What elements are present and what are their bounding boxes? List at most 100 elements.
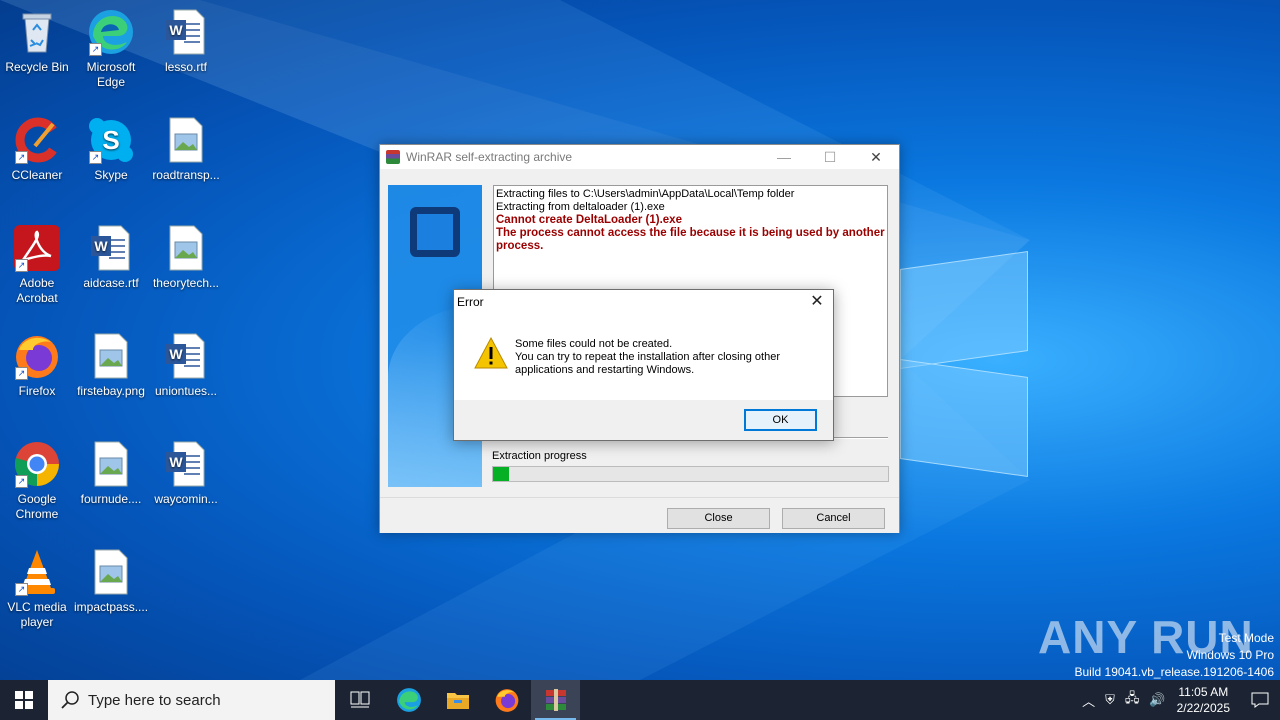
image-file-icon — [162, 116, 210, 164]
recycle-bin-icon — [13, 8, 61, 56]
desktop-icon-waycomin[interactable]: W waycomin... — [149, 434, 223, 507]
desktop-icon-lesso[interactable]: W lesso.rtf — [149, 2, 223, 75]
progress-label: Extraction progress — [492, 450, 587, 462]
icon-label: CCleaner — [11, 168, 63, 182]
desktop-icon-uniontues[interactable]: W uniontues... — [149, 326, 223, 399]
start-button[interactable] — [0, 680, 48, 720]
icon-label: waycomin... — [154, 492, 218, 506]
desktop-icon-fournude[interactable]: fournude.... — [74, 434, 148, 507]
search-placeholder: Type here to search — [88, 691, 221, 709]
edge-icon — [396, 688, 421, 712]
desktop-icon-adobe-acrobat[interactable]: ↗ Adobe Acrobat — [0, 218, 74, 306]
desktop-icon-vlc[interactable]: ↗ VLC media player — [0, 542, 74, 630]
desktop-icon-firefox[interactable]: ↗ Firefox — [0, 326, 74, 399]
notification-center-button[interactable] — [1240, 680, 1280, 720]
firefox-icon: ↗ — [13, 332, 61, 380]
watermark-line: Build 19041.vb_release.191206-1406 — [1074, 665, 1275, 679]
word-doc-icon: W — [162, 440, 210, 488]
svg-text:W: W — [169, 454, 183, 470]
system-watermark: Test Mode Windows 10 Pro Build 19041.vb_… — [1075, 630, 1275, 681]
word-doc-icon: W — [162, 8, 210, 56]
windows-start-icon — [15, 691, 33, 709]
ok-button[interactable]: OK — [744, 409, 817, 431]
chevron-up-icon[interactable]: ︿ — [1082, 691, 1095, 710]
windows-logo-wallpaper — [900, 240, 1030, 480]
icon-label: Microsoft Edge — [86, 60, 136, 89]
winrar-titlebar[interactable]: WinRAR self-extracting archive — ☐ ✕ — [380, 145, 899, 169]
error-message-line: You can try to repeat the installation a… — [515, 351, 780, 363]
desktop-icon-theorytech[interactable]: theorytech... — [149, 218, 223, 291]
clock[interactable]: 11:05 AM 2/22/2025 — [1177, 684, 1230, 716]
close-window-button[interactable]: ✕ — [853, 145, 899, 169]
error-dialog: Error ✕ Some files could not be created.… — [453, 289, 834, 441]
close-button[interactable]: Close — [667, 508, 770, 529]
watermark-line: Test Mode — [1218, 631, 1274, 645]
icon-label: Adobe Acrobat — [16, 276, 58, 305]
taskbar-firefox[interactable] — [482, 680, 531, 720]
icon-label: roadtransp... — [152, 168, 220, 182]
watermark-line: Windows 10 Pro — [1186, 648, 1274, 662]
extraction-progress-bar — [492, 466, 889, 482]
icon-label: firstebay.png — [77, 384, 145, 398]
error-message-line: Some files could not be created. — [515, 338, 673, 350]
desktop-icon-google-chrome[interactable]: ↗ Google Chrome — [0, 434, 74, 522]
edge-icon: ↗ — [87, 8, 135, 56]
winrar-icon — [386, 150, 400, 164]
taskbar: Type here to search ︿ ⛨ 🖧 🔊 11:05 AM 2/2… — [0, 680, 1280, 720]
log-line: Extracting files to C:\Users\admin\AppDa… — [496, 188, 795, 200]
image-file-icon — [162, 224, 210, 272]
log-error: The process cannot access the file becau… — [496, 227, 885, 252]
warning-icon — [474, 337, 508, 369]
taskbar-edge[interactable] — [384, 680, 433, 720]
chrome-icon: ↗ — [13, 440, 61, 488]
icon-label: fournude.... — [80, 492, 142, 506]
network-icon[interactable]: 🖧 — [1125, 689, 1140, 711]
desktop-icon-aidcase[interactable]: W aidcase.rtf — [74, 218, 148, 291]
task-view-icon — [350, 691, 369, 708]
word-doc-icon: W — [87, 224, 135, 272]
taskbar-search-box[interactable]: Type here to search — [48, 680, 335, 720]
error-dialog-footer: OK — [454, 400, 833, 440]
desktop-icon-impactpass[interactable]: impactpass.... — [74, 542, 148, 615]
volume-icon[interactable]: 🔊 — [1149, 692, 1165, 708]
icon-label: uniontues... — [154, 384, 218, 398]
word-doc-icon: W — [162, 332, 210, 380]
icon-label: theorytech... — [152, 276, 220, 290]
acrobat-icon: ↗ — [13, 224, 61, 272]
defender-icon[interactable]: ⛨ — [1105, 692, 1115, 708]
error-dialog-close-button[interactable]: ✕ — [809, 290, 825, 314]
desktop-icon-roadtransp[interactable]: roadtransp... — [149, 110, 223, 183]
icon-label: Google Chrome — [15, 492, 59, 521]
icon-label: Recycle Bin — [5, 60, 69, 74]
desktop-icon-skype[interactable]: S ↗ Skype — [74, 110, 148, 183]
minimize-button[interactable]: — — [761, 145, 807, 169]
icon-label: aidcase.rtf — [83, 276, 139, 290]
svg-text:S: S — [102, 125, 119, 155]
ccleaner-icon: ↗ — [13, 116, 61, 164]
clock-time: 11:05 AM — [1178, 685, 1229, 699]
desktop-icon-recycle-bin[interactable]: Recycle Bin — [0, 2, 74, 75]
winrar-title: WinRAR self-extracting archive — [406, 150, 573, 164]
icon-label: VLC media player — [7, 600, 67, 629]
svg-text:W: W — [169, 346, 183, 362]
system-tray: ︿ ⛨ 🖧 🔊 11:05 AM 2/22/2025 — [1077, 680, 1280, 720]
error-message: Some files could not be created. You can… — [515, 338, 780, 377]
image-file-icon — [87, 440, 135, 488]
taskbar-winrar[interactable] — [531, 680, 580, 720]
image-file-icon — [87, 332, 135, 380]
task-view-button[interactable] — [335, 680, 384, 720]
cancel-button[interactable]: Cancel — [782, 508, 885, 529]
vlc-icon: ↗ — [13, 548, 61, 596]
desktop-icon-microsoft-edge[interactable]: ↗ Microsoft Edge — [74, 2, 148, 90]
winrar-icon — [545, 689, 566, 711]
skype-icon: S ↗ — [87, 116, 135, 164]
progress-fill — [493, 467, 509, 481]
desktop-icon-ccleaner[interactable]: ↗ CCleaner — [0, 110, 74, 183]
icon-label: Skype — [94, 168, 128, 182]
desktop-icon-firstebay[interactable]: firstebay.png — [74, 326, 148, 399]
search-icon — [61, 691, 79, 709]
icon-label: impactpass.... — [74, 600, 149, 614]
error-dialog-titlebar[interactable]: Error ✕ — [454, 290, 833, 314]
notification-icon — [1251, 692, 1269, 708]
taskbar-file-explorer[interactable] — [433, 680, 482, 720]
